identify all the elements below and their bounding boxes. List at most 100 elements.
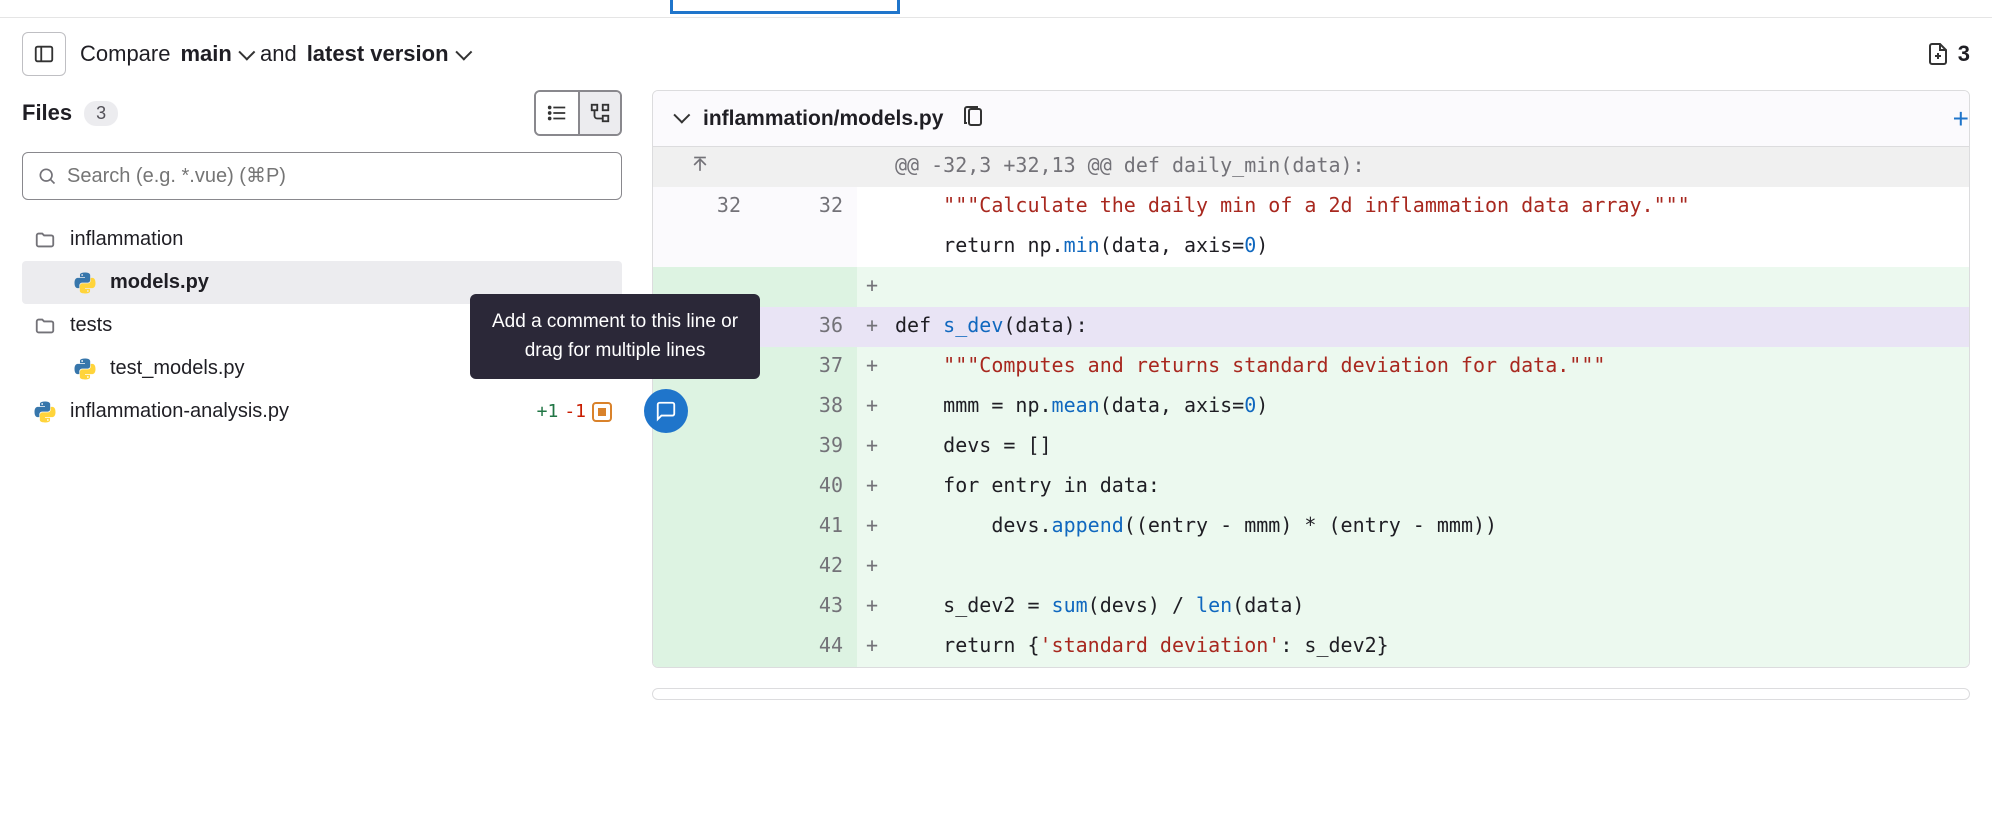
diff-line[interactable]: return np.min(data, axis=0) <box>653 227 1969 267</box>
branch-to-dropdown[interactable]: latest version <box>307 41 467 67</box>
python-file-icon <box>72 272 98 294</box>
new-line-number: 42 <box>755 547 857 587</box>
file-search-box[interactable] <box>22 152 622 200</box>
diff-line[interactable]: 42+ <box>653 547 1969 587</box>
tree-item-label: tests <box>70 314 112 337</box>
clipboard-icon <box>961 105 985 129</box>
new-line-number: 40 <box>755 467 857 507</box>
diff-line[interactable]: + <box>653 267 1969 307</box>
list-icon <box>546 102 568 124</box>
tree-item-label: inflammation <box>70 228 183 251</box>
tree-item-label: models.py <box>110 271 209 294</box>
diff-marker: + <box>857 467 887 507</box>
diff-line[interactable]: 41+ devs.append((entry - mmm) * (entry -… <box>653 507 1969 547</box>
collapse-file-button[interactable] <box>673 111 685 127</box>
file-diff-icon <box>1926 41 1950 67</box>
code-content: devs.append((entry - mmm) * (entry - mmm… <box>887 507 1969 547</box>
old-line-number <box>653 227 755 267</box>
diff-line[interactable]: 39+ devs = [] <box>653 427 1969 467</box>
diff-marker: + <box>857 307 887 347</box>
search-icon <box>37 166 57 186</box>
expand-up-button[interactable] <box>653 147 755 187</box>
and-label: and <box>260 41 297 67</box>
code-content: s_dev2 = sum(devs) / len(data) <box>887 587 1969 627</box>
toggle-sidebar-button[interactable] <box>22 32 66 76</box>
diff-marker: + <box>857 507 887 547</box>
next-diff-panel-stub <box>652 688 1970 700</box>
branch-from-dropdown[interactable]: main <box>180 41 249 67</box>
diff-file-path[interactable]: inflammation/models.py <box>703 107 943 131</box>
new-line-number <box>755 267 857 307</box>
folder-icon <box>32 229 58 251</box>
diff-hunk-header: @@ -32,3 +32,13 @@ def daily_min(data): <box>653 147 1969 187</box>
code-content: """Computes and returns standard deviati… <box>887 347 1969 387</box>
files-count-badge: 3 <box>84 101 118 126</box>
old-line-number <box>653 587 755 627</box>
python-file-icon <box>72 358 98 380</box>
diff-line[interactable]: 44+ return {'standard deviation': s_dev2… <box>653 627 1969 667</box>
hunk-header-text: @@ -32,3 +32,13 @@ def daily_min(data): <box>887 147 1969 187</box>
new-line-number: 32 <box>755 187 857 227</box>
top-selection-box <box>670 0 900 14</box>
code-content: for entry in data: <box>887 467 1969 507</box>
new-line-number: 38 <box>755 387 857 427</box>
new-line-number: 36 <box>755 307 857 347</box>
code-content: mmm = np.mean(data, axis=0) <box>887 387 1969 427</box>
diff-line[interactable]: 38+ mmm = np.mean(data, axis=0) <box>653 387 1969 427</box>
diff-marker: + <box>857 627 887 667</box>
panel-left-icon <box>33 43 55 65</box>
new-line-number: 44 <box>755 627 857 667</box>
diff-marker: + <box>857 267 887 307</box>
chevron-down-icon <box>455 44 472 61</box>
file-search-input[interactable] <box>67 165 607 188</box>
diff-line[interactable]: 3232 """Calculate the daily min of a 2d … <box>653 187 1969 227</box>
chevron-down-icon <box>238 44 255 61</box>
diff-marker: + <box>857 387 887 427</box>
code-content: return {'standard deviation': s_dev2} <box>887 627 1969 667</box>
expand-options-button[interactable]: + <box>1953 103 1969 135</box>
add-comment-tooltip: Add a comment to this line or drag for m… <box>470 294 760 379</box>
folder-icon <box>32 315 58 337</box>
diff-marker: + <box>857 347 887 387</box>
comment-icon <box>655 400 677 422</box>
diff-marker <box>857 187 887 227</box>
tree-icon <box>589 102 611 124</box>
diff-content: @@ -32,3 +32,13 @@ def daily_min(data): … <box>653 147 1969 667</box>
compare-label: Compare <box>80 41 170 67</box>
new-line-number: 37 <box>755 347 857 387</box>
tree-view-button[interactable] <box>578 92 620 134</box>
chevron-down-icon <box>673 106 690 123</box>
code-content: """Calculate the daily min of a 2d infla… <box>887 187 1969 227</box>
old-line-number <box>653 427 755 467</box>
old-line-number <box>653 547 755 587</box>
new-line-number: 39 <box>755 427 857 467</box>
code-content <box>887 267 1969 307</box>
diff-marker <box>857 227 887 267</box>
lines-deleted: -1 <box>564 401 586 422</box>
tree-file[interactable]: inflammation-analysis.py +1-1 <box>22 390 622 433</box>
lines-added: +1 <box>537 401 559 422</box>
tree-item-label: inflammation-analysis.py <box>70 400 289 423</box>
add-comment-button[interactable] <box>644 389 688 433</box>
python-file-icon <box>32 401 58 423</box>
diff-panel: inflammation/models.py + @@ -32,3 +32,13… <box>652 90 1970 668</box>
diff-line[interactable]: 40+ for entry in data: <box>653 467 1969 507</box>
tree-folder[interactable]: inflammation <box>22 218 622 261</box>
new-line-number <box>755 227 857 267</box>
tree-item-label: test_models.py <box>110 357 245 380</box>
file-tree-sidebar: Files 3 <box>22 90 622 668</box>
code-content <box>887 547 1969 587</box>
code-content: def s_dev(data): <box>887 307 1969 347</box>
code-content: devs = [] <box>887 427 1969 467</box>
files-heading: Files <box>22 100 72 126</box>
diff-line[interactable]: 36+def s_dev(data): <box>653 307 1969 347</box>
diff-line[interactable]: 37+ """Computes and returns standard dev… <box>653 347 1969 387</box>
old-line-number <box>653 507 755 547</box>
old-line-number: 32 <box>653 187 755 227</box>
changed-files-summary[interactable]: 3 <box>1926 41 1970 67</box>
old-line-number <box>653 467 755 507</box>
new-line-number: 41 <box>755 507 857 547</box>
copy-path-button[interactable] <box>961 105 985 132</box>
diff-line[interactable]: 43+ s_dev2 = sum(devs) / len(data) <box>653 587 1969 627</box>
list-view-button[interactable] <box>536 92 578 134</box>
